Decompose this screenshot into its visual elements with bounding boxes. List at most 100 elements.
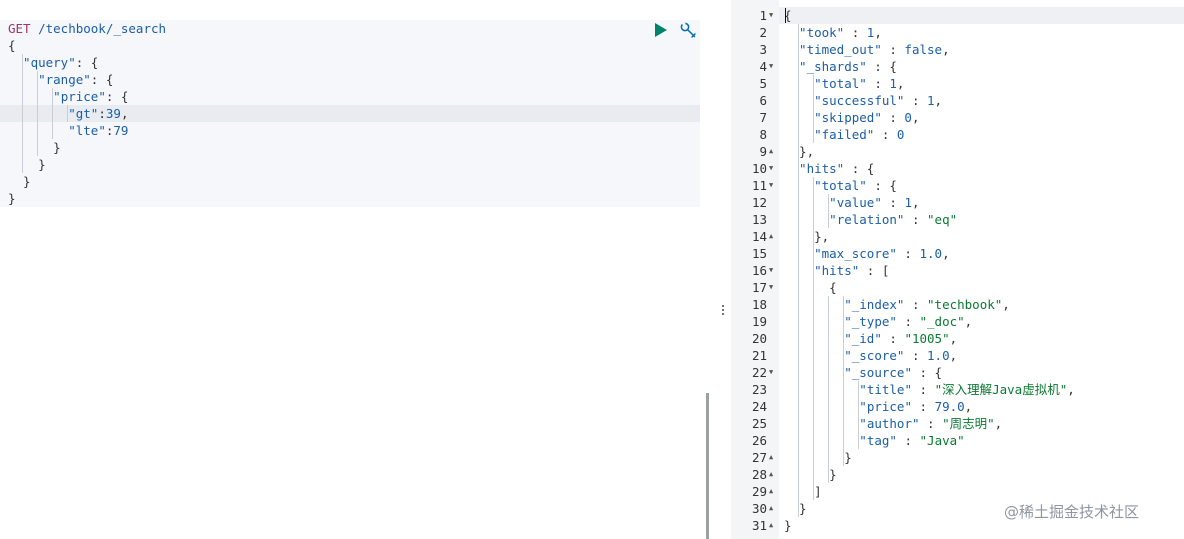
fold-arrow-up-icon[interactable]: ▲	[769, 517, 773, 534]
line-number: 23	[751, 382, 767, 397]
request-code-line[interactable]: }	[23, 173, 31, 190]
line-number: 4	[759, 59, 767, 74]
response-code-line[interactable]: "relation" : "eq"	[829, 211, 957, 228]
response-code-line[interactable]: "author" : "周志明",	[859, 415, 1002, 432]
fold-arrow-down-icon[interactable]: ▼	[769, 279, 773, 296]
response-code-line[interactable]: "successful" : 1,	[814, 92, 942, 109]
line-number: 8	[759, 127, 767, 142]
fold-arrow-up-icon[interactable]: ▲	[769, 483, 773, 500]
response-code-line[interactable]: }	[799, 500, 807, 517]
response-viewer[interactable]: 1 ▼{2 "took" : 1, 3 "timed_out" : false, 4 ▼ "_…	[731, 0, 1184, 539]
response-code-line[interactable]: ]	[814, 483, 822, 500]
request-code-line[interactable]: "query": {	[23, 54, 98, 71]
fold-arrow-down-icon[interactable]: ▼	[769, 160, 773, 177]
text-cursor	[785, 8, 786, 23]
fold-arrow-up-icon[interactable]: ▲	[769, 500, 773, 517]
line-number: 1	[759, 8, 767, 23]
response-code-line[interactable]: "hits" : [	[814, 262, 889, 279]
token-pun: ,	[911, 110, 920, 125]
token-pun: : {	[75, 55, 99, 70]
response-code-line[interactable]: "_shards" : {	[799, 58, 897, 75]
token-key: "took"	[799, 25, 845, 40]
token-pun: : {	[90, 72, 114, 87]
response-code-line[interactable]: "timed_out" : false,	[799, 41, 950, 58]
token-pun: ,	[964, 314, 973, 329]
token-key: "successful"	[814, 93, 905, 108]
fold-arrow-up-icon[interactable]: ▲	[769, 466, 773, 483]
request-editor[interactable]: GET /techbook/_search {"query": {"range"…	[0, 0, 712, 539]
fold-arrow-up-icon[interactable]: ▲	[769, 143, 773, 160]
token-key: "value"	[829, 195, 882, 210]
response-code-line[interactable]: "total" : {	[814, 177, 897, 194]
request-code-line[interactable]: "gt":39,	[68, 105, 128, 122]
token-key: "relation"	[829, 212, 905, 227]
response-code-line[interactable]: "skipped" : 0,	[814, 109, 919, 126]
token-pun: },	[814, 229, 830, 244]
token-key: "hits"	[799, 161, 845, 176]
response-code-line[interactable]: "_source" : {	[844, 364, 942, 381]
response-code-line[interactable]: "_id" : "1005",	[844, 330, 957, 347]
fold-arrow-down-icon[interactable]: ▼	[769, 364, 773, 381]
response-code-line[interactable]: "tag" : "Java"	[859, 432, 964, 449]
editor-scrollbar[interactable]	[706, 393, 709, 539]
token-pun: :	[881, 42, 905, 57]
token-key: "tag"	[859, 433, 897, 448]
indent-guide	[828, 296, 830, 483]
request-code-line[interactable]: {	[8, 37, 16, 54]
line-number: 10	[751, 161, 767, 176]
token-pun: : {	[866, 178, 897, 193]
response-code-line[interactable]: },	[799, 143, 814, 160]
response-code-line[interactable]: "total" : 1,	[814, 75, 904, 92]
response-code-line[interactable]: },	[814, 228, 829, 245]
token-pun: :	[919, 416, 943, 431]
fold-arrow-down-icon[interactable]: ▼	[769, 7, 773, 24]
response-code-line[interactable]: "price" : 79.0,	[859, 398, 972, 415]
token-pun: }	[844, 450, 852, 465]
token-pun: ,	[994, 416, 1003, 431]
token-pun: ]	[814, 484, 822, 499]
request-code-line[interactable]: "lte":79	[68, 122, 128, 139]
response-code-line[interactable]: "max_score" : 1.0,	[814, 245, 949, 262]
line-number: 30	[751, 501, 767, 516]
fold-arrow-down-icon[interactable]: ▼	[769, 262, 773, 279]
token-pun: : {	[844, 161, 875, 176]
line-number: 29	[751, 484, 767, 499]
indent-guide	[22, 54, 23, 173]
request-code-line[interactable]: }	[38, 156, 46, 173]
line-number: 27	[751, 450, 767, 465]
indent-guide	[798, 24, 799, 517]
response-code-line[interactable]: "failed" : 0	[814, 126, 904, 143]
request-code-line[interactable]: }	[53, 139, 61, 156]
run-request-button[interactable]	[653, 22, 669, 38]
line-number: 15	[751, 246, 767, 261]
pane-resize-handle[interactable]	[718, 303, 728, 319]
fold-arrow-down-icon[interactable]: ▼	[769, 58, 773, 75]
line-number: 28	[751, 467, 767, 482]
response-code-line[interactable]: "title" : "深入理解Java虚拟机",	[859, 381, 1074, 398]
token-str: "_doc"	[919, 314, 965, 329]
response-code-line[interactable]: "_type" : "_doc",	[844, 313, 972, 330]
response-code-line[interactable]: "_index" : "techbook",	[844, 296, 1010, 313]
request-code-line[interactable]: "price": {	[53, 88, 128, 105]
response-code-line[interactable]: "hits" : {	[799, 160, 874, 177]
request-settings-button[interactable]	[679, 21, 697, 39]
line-number: 14	[751, 229, 767, 244]
response-code-line[interactable]: }	[784, 517, 792, 534]
token-num: 1	[904, 195, 912, 210]
response-code-line[interactable]: }	[844, 449, 852, 466]
fold-arrow-up-icon[interactable]: ▲	[769, 228, 773, 245]
token-key: "gt"	[68, 106, 99, 121]
token-key: "query"	[23, 55, 76, 70]
request-line-header[interactable]: GET /techbook/_search	[8, 20, 166, 37]
response-code-line[interactable]: "value" : 1,	[829, 194, 919, 211]
request-code-line[interactable]: }	[8, 190, 16, 207]
request-code-line[interactable]: "range": {	[38, 71, 113, 88]
response-code-line[interactable]: "_score" : 1.0,	[844, 347, 957, 364]
response-code-line[interactable]: }	[829, 466, 837, 483]
response-code-line[interactable]: {	[829, 279, 837, 296]
response-code-line[interactable]: "took" : 1,	[799, 24, 882, 41]
line-number: 20	[751, 331, 767, 346]
fold-arrow-up-icon[interactable]: ▲	[769, 449, 773, 466]
fold-arrow-down-icon[interactable]: ▼	[769, 177, 773, 194]
token-pun: ,	[874, 25, 882, 40]
